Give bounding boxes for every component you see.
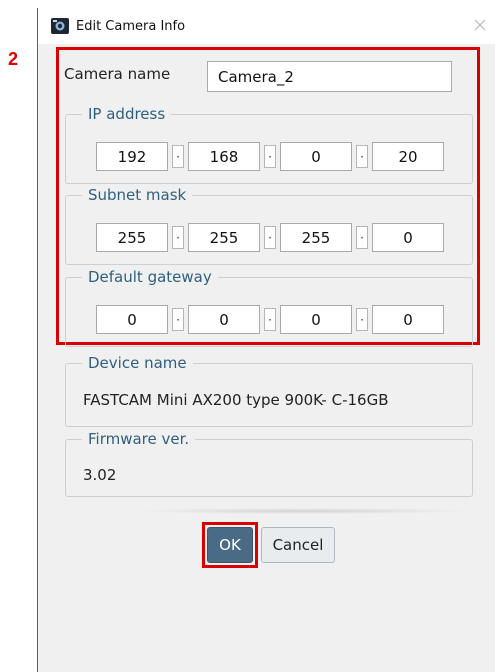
ok-button[interactable]: OK <box>207 527 253 563</box>
subnet-octet-3[interactable]: 255 <box>280 223 352 252</box>
ip-octet-2[interactable]: 168 <box>188 142 260 171</box>
ip-octet-3[interactable]: 0 <box>280 142 352 171</box>
title-bar: Edit Camera Info <box>38 8 495 44</box>
subnet-octet-1[interactable]: 255 <box>96 223 168 252</box>
ip-octet-1[interactable]: 192 <box>96 142 168 171</box>
window-title: Edit Camera Info <box>76 18 186 34</box>
camera-name-input[interactable]: Camera_2 <box>207 61 452 92</box>
device-name-group: Device name FASTCAM Mini AX200 type 900K… <box>65 353 473 427</box>
ip-separator-1: · <box>172 145 184 168</box>
callout-number-2: 2 <box>8 49 19 69</box>
subnet-octet-4[interactable]: 0 <box>372 223 444 252</box>
subnet-separator-3: · <box>356 226 368 249</box>
subnet-separator-2: · <box>264 226 276 249</box>
gateway-octet-4[interactable]: 0 <box>372 305 444 334</box>
subnet-mask-title: Subnet mask <box>82 185 193 205</box>
close-icon[interactable] <box>471 16 489 34</box>
firmware-group: Firmware ver. 3.02 <box>65 429 473 497</box>
camera-name-value: Camera_2 <box>218 67 294 86</box>
gateway-separator-1: · <box>172 308 184 331</box>
cancel-button[interactable]: Cancel <box>261 527 335 563</box>
gateway-octet-1[interactable]: 0 <box>96 305 168 334</box>
ip-address-group: IP address 192 · 168 · 0 · 20 <box>65 104 473 184</box>
camera-name-label: Camera name <box>64 65 171 83</box>
ip-octet-4[interactable]: 20 <box>372 142 444 171</box>
button-divider <box>133 508 473 514</box>
ip-separator-2: · <box>264 145 276 168</box>
subnet-octet-2[interactable]: 255 <box>188 223 260 252</box>
subnet-separator-1: · <box>172 226 184 249</box>
edit-camera-dialog: Edit Camera Info Camera name Camera_2 IP… <box>37 8 495 672</box>
firmware-title: Firmware ver. <box>82 429 196 449</box>
gateway-separator-3: · <box>356 308 368 331</box>
device-name-value: FASTCAM Mini AX200 type 900K- C-16GB <box>83 391 389 409</box>
ip-separator-3: · <box>356 145 368 168</box>
gateway-octet-2[interactable]: 0 <box>188 305 260 334</box>
subnet-mask-group: Subnet mask 255 · 255 · 255 · 0 <box>65 185 473 265</box>
gateway-octet-3[interactable]: 0 <box>280 305 352 334</box>
firmware-value: 3.02 <box>83 466 117 484</box>
default-gateway-group: Default gateway 0 · 0 · 0 · 0 <box>65 267 473 347</box>
device-name-title: Device name <box>82 353 193 373</box>
cancel-button-label: Cancel <box>272 536 324 554</box>
gateway-separator-2: · <box>264 308 276 331</box>
ok-button-label: OK <box>219 536 241 554</box>
ip-address-title: IP address <box>82 104 172 124</box>
camera-app-icon <box>51 18 69 34</box>
default-gateway-title: Default gateway <box>82 267 218 287</box>
